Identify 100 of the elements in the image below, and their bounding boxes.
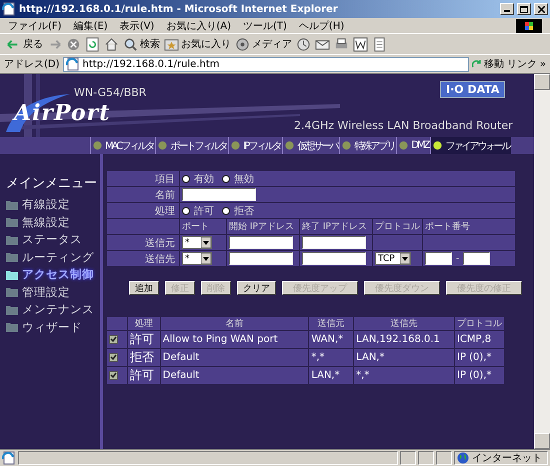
dropdown-arrow-icon[interactable] [201,253,211,264]
more-chevron[interactable]: » [540,58,546,70]
sidebar-item[interactable]: アクセス制御 [6,266,100,284]
radio-button[interactable] [182,206,190,214]
menu-item[interactable]: ヘルプ(H) [298,18,344,32]
action-button[interactable]: 追加 [129,281,159,295]
toolbar-button[interactable] [85,36,100,52]
table-cell: LAN,* [356,352,384,363]
clock-icon [296,36,311,52]
home-icon [104,36,119,52]
tab[interactable]: DMZ [396,137,430,154]
tab[interactable]: MACフィルタ [90,137,156,154]
column-header: 名前 [226,319,244,329]
toolbar-button[interactable] [372,36,387,52]
radio-button[interactable] [182,174,190,182]
folder-icon [6,252,18,262]
scrollbar[interactable] [534,74,550,449]
scroll-down-button[interactable] [534,433,550,449]
menu-item[interactable]: 表示(V) [120,18,154,32]
action-button[interactable]: クリア [237,281,276,295]
radio-button[interactable] [222,206,230,214]
radio-label: 拒否 [234,204,254,218]
menu-item[interactable]: 編集(E) [74,18,108,32]
column-header: プロトコル [457,319,502,329]
field-label: 処理 [155,206,175,216]
end-ip-field[interactable] [302,236,366,249]
tab[interactable]: ファイアウォール [430,137,512,154]
port-field[interactable] [425,252,452,265]
ball-icon [399,141,408,150]
radio-label: 許可 [194,204,214,218]
product-tagline: 2.4GHz Wireless LAN Broadband Router [294,119,513,132]
globe-icon [457,452,469,464]
tab[interactable]: 特殊アプリ [339,137,396,154]
tab[interactable]: IPフィルタ [228,137,282,154]
sidebar-item[interactable]: ステータス [6,231,100,248]
page-icon [66,57,80,71]
window-title: http://192.168.0.1/rule.htm - Microsoft Internet Explorer [19,4,339,14]
folder-icon [6,270,18,280]
checkbox[interactable] [109,353,118,362]
port-field[interactable] [463,252,490,265]
toolbar-button[interactable]: メディア [235,36,292,52]
checkmark-icon [110,336,117,343]
radio-button[interactable] [222,174,230,182]
document-icon [353,36,368,52]
sidebar-item[interactable]: ルーティング [6,248,100,266]
page-icon [2,2,16,16]
toolbar-button[interactable] [296,36,311,52]
protocol-select[interactable]: TCP [375,252,411,265]
start-ip-field[interactable] [229,252,293,265]
tab[interactable]: 仮想サーバ [282,137,340,154]
checkbox[interactable] [109,335,118,344]
column-header: ポート番号 [425,222,470,232]
end-ip-field[interactable] [302,252,366,265]
folder-icon [6,322,18,332]
minimize-button[interactable] [500,3,514,15]
maximize-button[interactable] [517,3,531,15]
scroll-up-button[interactable] [534,74,550,90]
address-field[interactable]: http://192.168.0.1/rule.htm [62,56,469,72]
tab[interactable]: ポートフィルタ [155,137,228,154]
table-cell: *,* [311,352,324,363]
port-select[interactable]: * [182,252,212,265]
menu-item[interactable]: お気に入り(A) [166,18,231,32]
sidebar-item[interactable]: 有線設定 [6,196,100,214]
toolbar-button[interactable]: お気に入り [164,36,231,52]
table-cell: 許可 [130,332,154,346]
toolbar-button[interactable]: 検索 [123,36,160,52]
column-header: 処理 [134,319,153,329]
links-label[interactable]: リンク [506,57,537,71]
menu-item[interactable]: ファイル(F) [8,18,62,32]
range-separator: - [456,254,460,264]
dropdown-arrow-icon[interactable] [400,253,410,264]
close-button[interactable] [534,3,548,15]
table-cell: ICMP,8 [457,334,492,345]
close-icon [538,6,544,12]
menu-item[interactable]: ツール(T) [243,18,287,32]
toolbar-button[interactable] [104,36,119,52]
printer-icon [334,36,349,52]
table-cell: 許可 [130,368,154,382]
go-button[interactable]: 移動 [472,57,504,71]
start-ip-field[interactable] [229,236,293,249]
folder-icon [6,200,18,210]
ball-icon [231,141,240,150]
radio-label: 無効 [234,172,254,186]
security-zone: インターネット [472,452,542,465]
sidebar-item[interactable]: ウィザード [6,318,100,336]
stop-icon [66,36,81,52]
toolbar-button[interactable] [334,36,349,52]
sidebar-item[interactable]: 管理設定 [6,284,100,301]
sidebar-item[interactable]: メンテナンス [6,301,100,318]
field-label: 名前 [155,190,175,200]
checkbox[interactable] [109,371,118,380]
column-header: プロトコル [375,222,420,232]
sidebar-item[interactable]: 無線設定 [6,214,100,231]
table-cell: Allow to Ping WAN port [162,334,278,345]
name-field[interactable] [182,188,256,201]
toolbar-button[interactable] [353,36,368,52]
dropdown-arrow-icon[interactable] [201,237,211,248]
port-select[interactable]: * [182,236,212,249]
toolbar-button[interactable]: 戻る [6,36,43,52]
column-header: 開始 IPアドレス [229,222,294,232]
